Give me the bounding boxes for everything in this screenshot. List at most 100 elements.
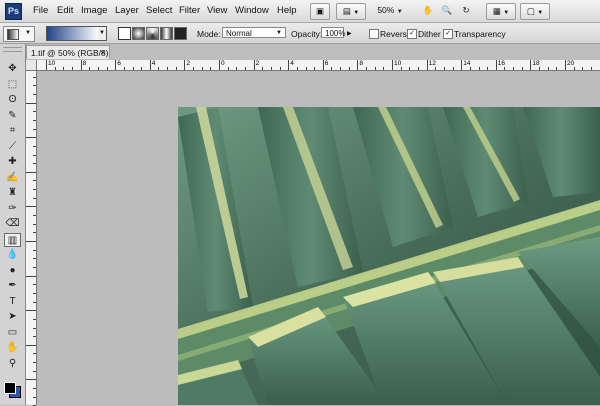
tool-preset-picker[interactable]: ▼ [3, 26, 35, 42]
type-tool-button[interactable]: T [4, 295, 21, 309]
foreground-color-swatch[interactable] [4, 382, 16, 394]
ruler-tick [280, 67, 281, 70]
ruler-label: 18 [532, 60, 539, 67]
horizontal-ruler[interactable]: 1086420246810121416182022 [36, 60, 600, 71]
toolbox-grip[interactable] [3, 47, 22, 52]
document-tab[interactable]: 1.tif @ 50% (RGB/8) × [26, 45, 110, 59]
opacity-slider-arrow-icon[interactable]: ▶ [347, 30, 352, 37]
linear-gradient-button[interactable] [118, 27, 131, 40]
ruler-tick [33, 146, 36, 147]
menu-select[interactable]: Select [146, 5, 172, 16]
ruler-tick [33, 232, 36, 233]
menu-window[interactable]: Window [235, 5, 269, 16]
ruler-tick [349, 67, 350, 70]
spot-heal-icon: ✚ [8, 156, 16, 167]
ruler-tick [33, 319, 36, 320]
ruler-tick [176, 67, 177, 70]
ruler-tick [115, 60, 116, 70]
view-extras-button[interactable]: ▤ ▼ [336, 3, 366, 20]
dither-checkbox[interactable]: ✓ [407, 29, 417, 39]
ruler-tick [33, 215, 36, 216]
ruler-tick [33, 94, 36, 95]
ruler-tick [33, 77, 36, 78]
rotate-view-button[interactable]: ↻ [458, 3, 474, 18]
close-icon[interactable]: × [100, 46, 105, 60]
ruler-label: 0 [221, 60, 225, 67]
dodge-tool-button[interactable]: ● [4, 264, 21, 278]
ruler-tick [539, 67, 540, 70]
menu-help[interactable]: Help [277, 5, 297, 16]
quick-select-tool-button[interactable]: ✎ [4, 109, 21, 123]
chevron-down-icon: ▼ [99, 30, 105, 36]
marquee-tool-button[interactable]: ⬚ [4, 78, 21, 92]
menu-image[interactable]: Image [81, 5, 107, 16]
angle-gradient-button[interactable] [146, 27, 159, 40]
vertical-ruler[interactable] [26, 60, 37, 405]
radial-gradient-button[interactable] [132, 27, 145, 40]
ruler-tick [26, 172, 36, 173]
ruler-tick [33, 224, 36, 225]
opacity-label: Opacity: [291, 29, 322, 39]
ruler-tick [245, 67, 246, 70]
document-tab-title: 1.tif @ 50% (RGB/8) [31, 48, 109, 58]
ruler-tick [565, 60, 566, 70]
pen-tool-button[interactable]: ✒ [4, 279, 21, 293]
spot-heal-tool-button[interactable]: ✚ [4, 155, 21, 169]
history-brush-tool-button[interactable]: ✑ [4, 202, 21, 216]
gradient-icon: ▥ [8, 235, 17, 246]
gradient-picker-dropdown[interactable]: ▼ [98, 26, 107, 41]
gradient-tool-button[interactable]: ▥ [4, 233, 21, 247]
menu-edit[interactable]: Edit [57, 5, 73, 16]
ruler-tick [254, 60, 255, 70]
clone-stamp-tool-button[interactable]: ♜ [4, 186, 21, 200]
arrange-documents-button[interactable]: ▦ ▼ [486, 3, 516, 20]
gradient-editor-swatch[interactable] [46, 26, 100, 41]
zoom-tool-button[interactable]: ⚲ [4, 357, 21, 371]
screen-mode-button[interactable]: ▢ ▼ [520, 3, 550, 20]
grid-icon: ▤ [343, 6, 351, 16]
zoom-level-dropdown[interactable]: 50% ▼ [370, 3, 410, 18]
photoshop-logo: Ps [5, 3, 22, 20]
shape-tool-button[interactable]: ▭ [4, 326, 21, 340]
path-select-tool-button[interactable]: ➤ [4, 310, 21, 324]
eyedropper-tool-button[interactable]: ⟋ [4, 140, 21, 154]
eraser-tool-button[interactable]: ⌫ [4, 217, 21, 231]
transparency-checkbox[interactable]: ✓ [443, 29, 453, 39]
mode-select[interactable]: Normal ▼ [222, 27, 286, 38]
ruler-tick [444, 67, 445, 70]
ruler-tick [158, 67, 159, 70]
arrange-icon: ▦ [493, 6, 501, 16]
ruler-tick [26, 276, 36, 277]
reflected-gradient-button[interactable] [160, 27, 173, 40]
hand-icon: ✋ [423, 5, 434, 15]
menu-file[interactable]: File [33, 5, 48, 16]
zoom-tool-button[interactable]: 🔍 [439, 3, 455, 18]
move-tool-button[interactable]: ✥ [4, 62, 21, 76]
lasso-icon: ʘ [9, 94, 17, 105]
lasso-tool-button[interactable]: ʘ [4, 93, 21, 107]
diamond-gradient-button[interactable] [174, 27, 187, 40]
history-brush-icon: ✑ [8, 203, 16, 214]
opacity-input[interactable]: 100% [321, 27, 344, 38]
bridge-button[interactable]: ▣ [310, 3, 330, 20]
screen-mode-icon: ▢ [527, 6, 535, 16]
menu-view[interactable]: View [207, 5, 227, 16]
type-icon: T [9, 296, 15, 307]
eraser-icon: ⌫ [5, 218, 19, 229]
blur-tool-button[interactable]: 💧 [4, 248, 21, 262]
hand-tool-button[interactable]: ✋ [420, 3, 436, 18]
menu-layer[interactable]: Layer [115, 5, 139, 16]
menu-filter[interactable]: Filter [179, 5, 200, 16]
ruler-tick [548, 67, 549, 70]
chevron-down-icon: ▼ [353, 10, 359, 16]
document-image[interactable] [178, 107, 600, 405]
ruler-tick [26, 310, 36, 311]
hand-tool-button[interactable]: ✋ [4, 341, 21, 355]
brush-tool-button[interactable]: ✍ [4, 171, 21, 185]
ruler-tick [33, 302, 36, 303]
ruler-origin[interactable] [26, 60, 37, 71]
reverse-checkbox[interactable] [369, 29, 379, 39]
blur-icon: 💧 [6, 249, 18, 260]
crop-tool-button[interactable]: ⌗ [4, 124, 21, 138]
ruler-tick [427, 60, 428, 70]
